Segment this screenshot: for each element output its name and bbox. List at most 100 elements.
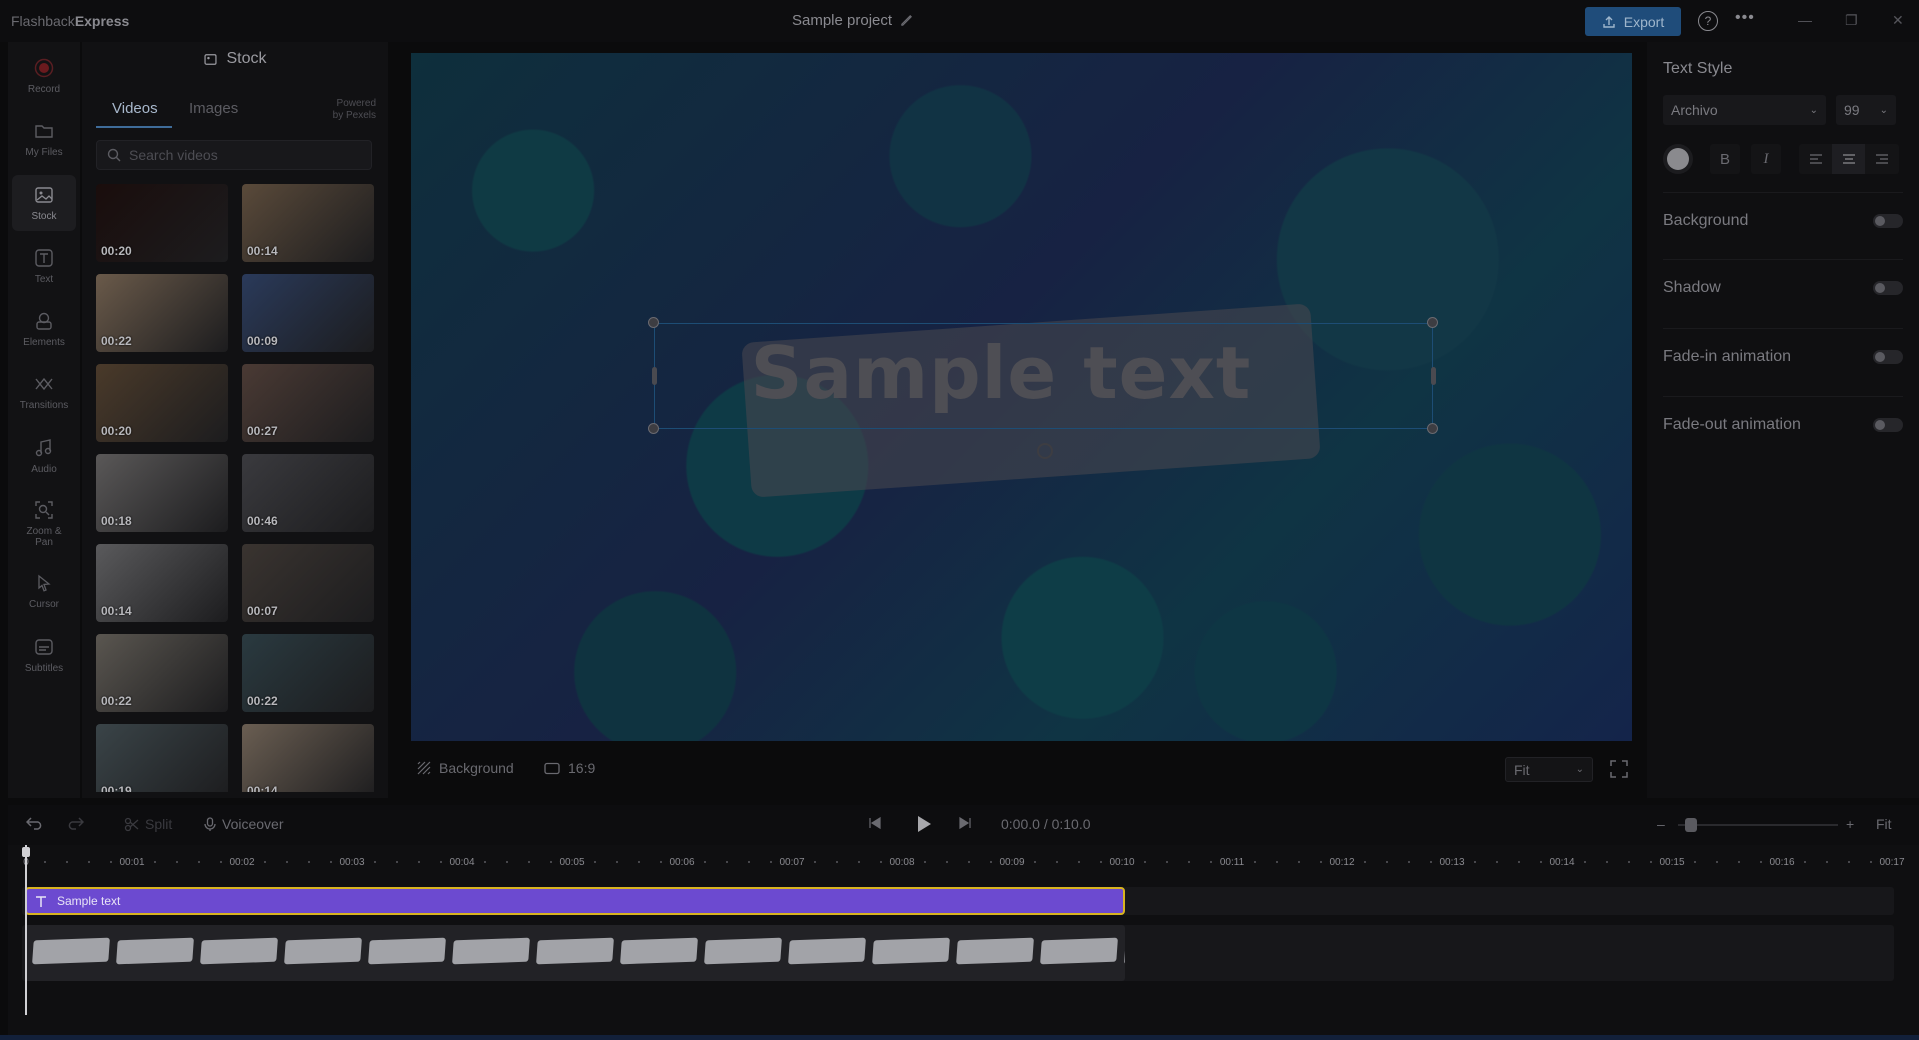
resize-handle-top-right[interactable] bbox=[1427, 317, 1438, 328]
fullscreen-icon[interactable] bbox=[1610, 760, 1628, 778]
music-icon bbox=[35, 439, 52, 457]
font-size-select[interactable]: 99 ⌄ bbox=[1836, 95, 1896, 125]
tab-videos[interactable]: Videos bbox=[112, 100, 158, 117]
rotate-handle-icon[interactable] bbox=[1037, 443, 1053, 459]
ruler-tick bbox=[616, 861, 618, 863]
stock-video-thumbnail[interactable]: 00:19 bbox=[96, 724, 228, 792]
text-icon bbox=[35, 249, 53, 267]
stock-video-thumbnail[interactable]: 00:14 bbox=[242, 184, 374, 262]
rail-item-record[interactable]: Record bbox=[12, 48, 76, 104]
rail-item-cursor[interactable]: Cursor bbox=[12, 563, 76, 619]
rail-label-line2: Pan bbox=[35, 536, 53, 548]
rail-item-elements[interactable]: Elements bbox=[12, 301, 76, 357]
stock-video-thumbnail[interactable]: 00:22 bbox=[96, 274, 228, 352]
rail-label: My Files bbox=[25, 147, 63, 158]
more-icon: ••• bbox=[1735, 9, 1755, 26]
more-menu-button[interactable]: ••• bbox=[1735, 9, 1755, 27]
stock-video-thumbnail[interactable]: 00:14 bbox=[242, 724, 374, 792]
ruler-tick-label: 00:06 bbox=[669, 857, 695, 868]
skip-back-button[interactable] bbox=[868, 816, 882, 830]
align-right-button[interactable] bbox=[1865, 144, 1898, 174]
stock-video-thumbnail[interactable]: 00:18 bbox=[96, 454, 228, 532]
zoom-in-button[interactable]: + bbox=[1846, 816, 1854, 832]
search-input[interactable] bbox=[129, 147, 359, 163]
stock-video-thumbnail[interactable]: 00:09 bbox=[242, 274, 374, 352]
maximize-button[interactable]: ❐ bbox=[1845, 12, 1858, 29]
video-duration: 00:22 bbox=[247, 694, 278, 708]
background-toggle[interactable] bbox=[1873, 213, 1903, 228]
ruler-tick-label: 00:09 bbox=[999, 857, 1025, 868]
resize-handle-bottom-right[interactable] bbox=[1427, 423, 1438, 434]
tab-images[interactable]: Images bbox=[189, 100, 238, 117]
font-family-select[interactable]: Archivo ⌄ bbox=[1663, 95, 1826, 125]
resize-handle-right[interactable] bbox=[1431, 367, 1436, 385]
close-icon: ✕ bbox=[1892, 12, 1904, 28]
align-left-button[interactable] bbox=[1799, 144, 1832, 174]
undo-button[interactable] bbox=[26, 816, 44, 830]
zoom-out-button[interactable]: – bbox=[1657, 816, 1665, 832]
aspect-ratio-button[interactable]: 16:9 bbox=[544, 760, 595, 776]
shadow-toggle[interactable] bbox=[1873, 280, 1903, 295]
play-button[interactable] bbox=[915, 814, 933, 834]
text-icon bbox=[36, 895, 46, 907]
stock-video-thumbnail[interactable]: 00:22 bbox=[96, 634, 228, 712]
stock-video-thumbnail[interactable]: 00:22 bbox=[242, 634, 374, 712]
help-icon: ? bbox=[1704, 14, 1712, 28]
rail-item-transitions[interactable]: Transitions bbox=[12, 364, 76, 420]
transitions-icon bbox=[35, 377, 53, 391]
selection-box[interactable] bbox=[654, 323, 1433, 429]
ruler-tick-label: 00:07 bbox=[779, 857, 805, 868]
video-clip[interactable] bbox=[25, 925, 1125, 981]
text-clip[interactable]: Sample text bbox=[25, 887, 1125, 915]
stock-video-thumbnail[interactable]: 00:27 bbox=[242, 364, 374, 442]
stock-video-thumbnail[interactable]: 00:46 bbox=[242, 454, 374, 532]
shapes-icon bbox=[36, 312, 52, 330]
stock-video-thumbnail[interactable]: 00:20 bbox=[96, 184, 228, 262]
text-color-picker[interactable] bbox=[1663, 144, 1693, 174]
ruler-tick bbox=[418, 861, 420, 863]
redo-button[interactable] bbox=[66, 816, 84, 830]
close-button[interactable]: ✕ bbox=[1892, 12, 1904, 29]
ruler-tick bbox=[1826, 861, 1828, 863]
align-center-button[interactable] bbox=[1832, 144, 1865, 174]
rail-item-subtitles[interactable]: Subtitles bbox=[12, 627, 76, 683]
skip-forward-button[interactable] bbox=[958, 816, 972, 830]
playhead-handle[interactable] bbox=[22, 847, 30, 857]
powered-by-pexels[interactable]: Powered by Pexels bbox=[316, 98, 376, 122]
rail-item-audio[interactable]: Audio bbox=[12, 428, 76, 484]
resize-handle-left[interactable] bbox=[652, 367, 657, 385]
ruler-tick-label: 00:01 bbox=[119, 857, 145, 868]
timeline-ruler[interactable]: 000:0100:0200:0300:0400:0500:0600:0700:0… bbox=[22, 845, 1904, 877]
powered-line2: by Pexels bbox=[332, 110, 376, 121]
text-clip-label: Sample text bbox=[57, 894, 121, 908]
split-button[interactable]: Split bbox=[124, 816, 172, 832]
background-label: Background bbox=[439, 760, 514, 776]
fade-out-toggle[interactable] bbox=[1873, 417, 1903, 432]
voiceover-button[interactable]: Voiceover bbox=[204, 816, 283, 832]
help-button[interactable]: ? bbox=[1698, 11, 1718, 31]
resize-handle-bottom-left[interactable] bbox=[648, 423, 659, 434]
timeline-fit-button[interactable]: Fit bbox=[1876, 816, 1892, 832]
rail-item-text[interactable]: Text bbox=[12, 238, 76, 294]
playhead[interactable] bbox=[25, 845, 27, 1015]
export-button[interactable]: Export bbox=[1585, 7, 1681, 36]
fade-in-toggle[interactable] bbox=[1873, 349, 1903, 364]
preview-canvas[interactable]: Sample text bbox=[411, 53, 1632, 741]
timeline-zoom-slider[interactable] bbox=[1678, 824, 1838, 826]
project-title-text: Sample project bbox=[792, 12, 893, 29]
project-title[interactable]: Sample project bbox=[792, 12, 913, 29]
ruler-tick bbox=[726, 861, 728, 863]
italic-button[interactable]: I bbox=[1751, 144, 1781, 174]
background-button[interactable]: Background bbox=[417, 760, 514, 776]
stock-video-thumbnail[interactable]: 00:20 bbox=[96, 364, 228, 442]
stock-video-thumbnail[interactable]: 00:14 bbox=[96, 544, 228, 622]
minimize-button[interactable]: — bbox=[1798, 12, 1812, 28]
zoom-slider-handle[interactable] bbox=[1685, 818, 1697, 832]
resize-handle-top-left[interactable] bbox=[648, 317, 659, 328]
stock-video-thumbnail[interactable]: 00:07 bbox=[242, 544, 374, 622]
rail-item-my-files[interactable]: My Files bbox=[12, 111, 76, 167]
zoom-fit-select[interactable]: Fit ⌄ bbox=[1505, 757, 1593, 782]
rail-item-stock[interactable]: Stock bbox=[12, 175, 76, 231]
rail-item-zoom-pan[interactable]: Zoom & Pan bbox=[12, 491, 76, 555]
bold-button[interactable]: B bbox=[1710, 144, 1740, 174]
